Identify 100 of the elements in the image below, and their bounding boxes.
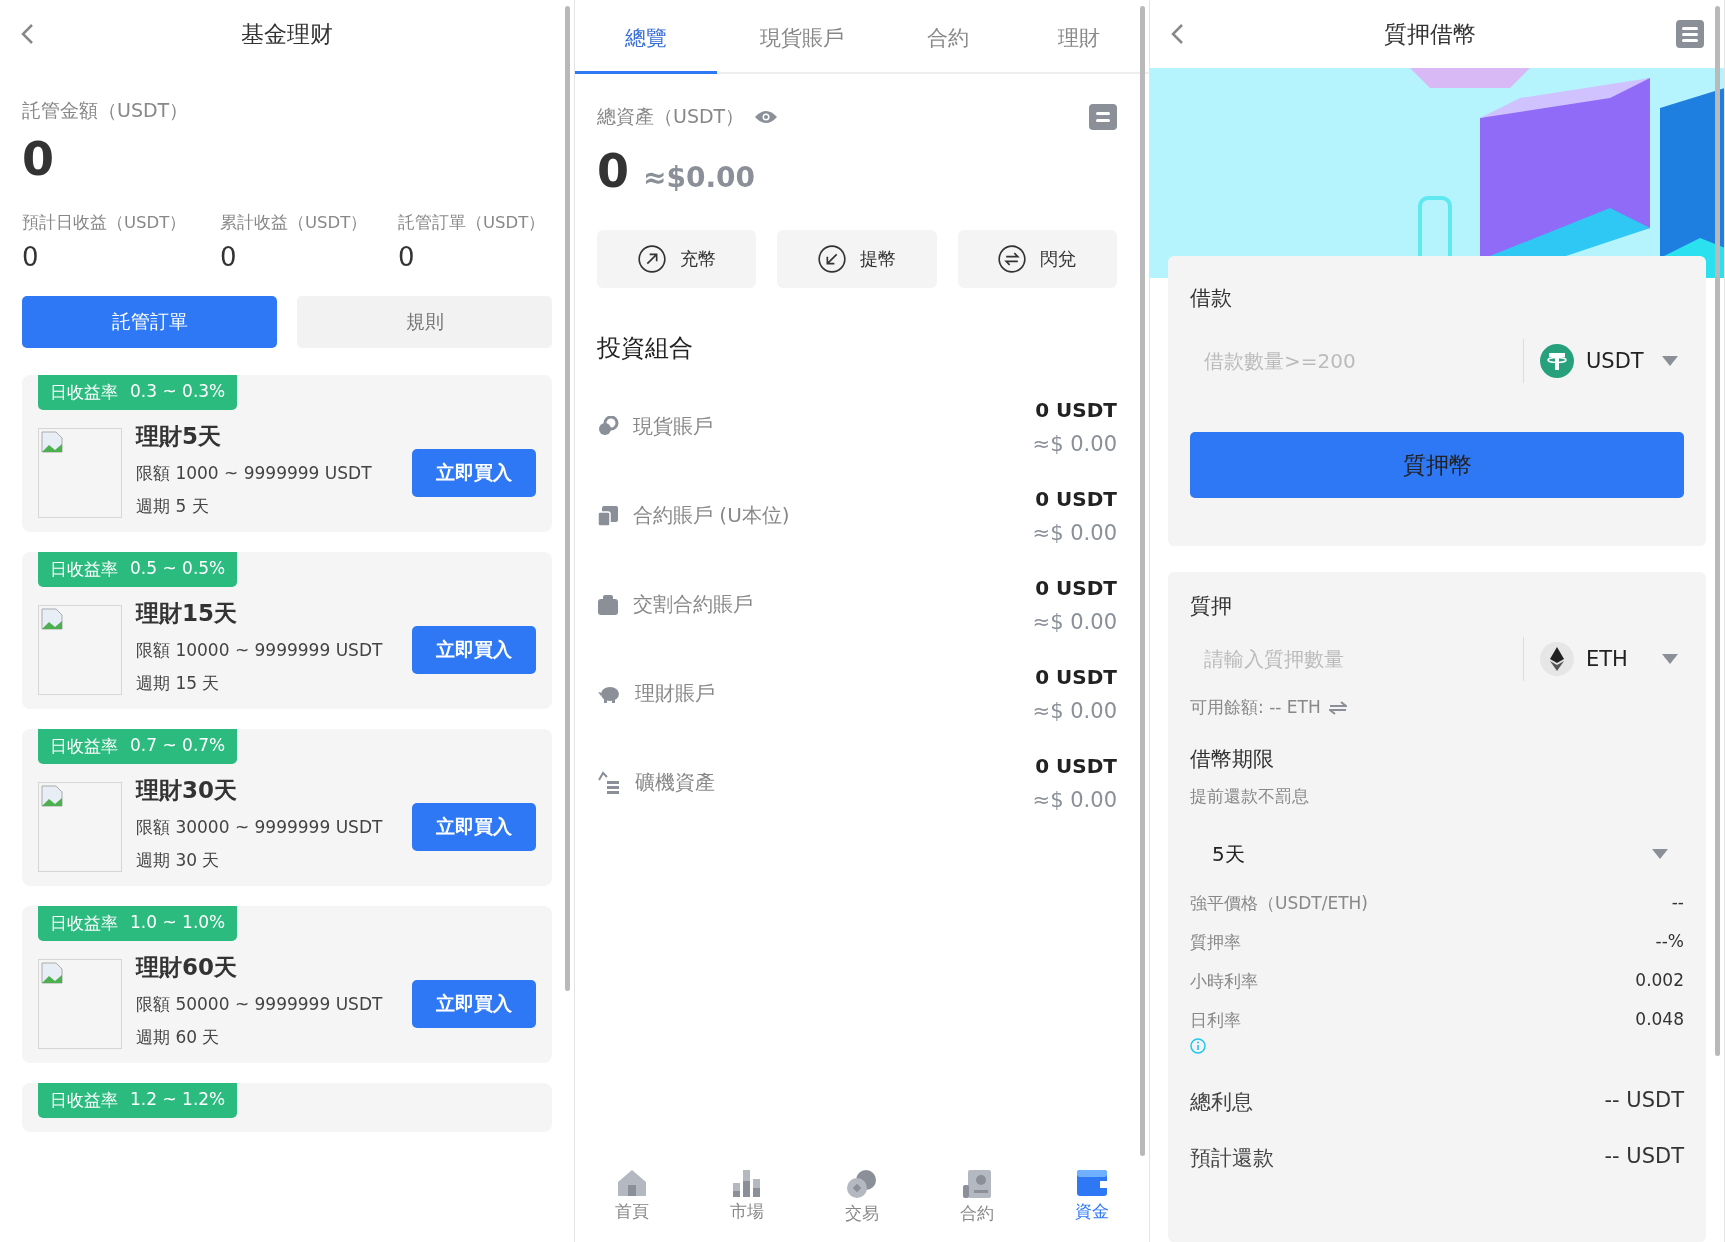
ethereum-coin-icon [1540,642,1574,676]
caret-icon [1662,356,1678,366]
account-amount: 0 USDT [1035,575,1117,600]
broken-image-icon [41,608,63,630]
yield-label: 日收益率 [50,735,118,758]
bar-chart-icon [732,1169,763,1197]
tether-coin-icon [1540,344,1574,378]
yield-label: 日收益率 [50,912,118,935]
yield-label: 日收益率 [50,381,118,404]
account-tab[interactable]: 總覽 [575,0,717,74]
buy-now-button[interactable]: 立即買入 [412,626,536,674]
total-assets-fiat: ≈$0.00 [643,161,756,194]
account-amount: 0 USDT [1035,486,1117,511]
yield-rate: 1.2 ~ 1.2% [130,1089,226,1111]
swap-icon [998,245,1027,273]
stat-value: 0 [220,242,238,272]
yield-rate: 0.7 ~ 0.7% [130,735,226,757]
coin-selector[interactable]: ETH [1524,641,1684,677]
loan-term-note: 提前還款不罰息 [1190,785,1310,808]
rules-button[interactable]: 規則 [297,296,552,348]
yield-rate: 0.3 ~ 0.3% [130,381,226,403]
product-name: 理財60天 [136,952,238,982]
yield-label: 日收益率 [50,1089,118,1112]
product-name: 理財30天 [136,775,238,805]
detail-label: 強平價格（USDT/ETH) [1190,892,1368,915]
coin-selector[interactable]: USDT [1524,343,1684,379]
nav-item[interactable]: 市場 [702,1168,793,1242]
eye-icon[interactable] [754,109,779,125]
account-tab[interactable]: 現貨賬戶 [728,0,877,74]
broken-image-icon [41,431,63,453]
wallet-action-button[interactable]: 閃兌 [957,230,1117,288]
borrow-title: 借款 [1190,285,1233,312]
yield-rate: 1.0 ~ 1.0% [130,912,226,934]
portfolio-title: 投資組合 [597,333,694,364]
scrollbar[interactable] [565,6,570,991]
total-label: 預計還款 [1190,1145,1274,1172]
account-name[interactable]: 現貨賬戶 [597,413,713,440]
yield-label: 日收益率 [50,558,118,581]
back-icon[interactable] [1170,23,1184,45]
account-name[interactable]: 交割合約賬戶 [597,591,753,618]
stat-value: 0 [398,242,416,272]
account-name[interactable]: 礦機資產 [597,769,715,796]
page-title: 質押借幣 [1384,19,1476,49]
wallet-action-button[interactable]: 充幣 [597,230,757,288]
buy-now-button[interactable]: 立即買入 [412,803,536,851]
menu-icon[interactable] [1676,20,1704,48]
page-title: 基金理财 [241,19,333,49]
account-tab[interactable]: 理財 [1019,0,1139,74]
stat-label: 預計日收益（USDT） [22,212,188,234]
custody-amount-label: 託管金額（USDT） [22,98,190,123]
buy-now-button[interactable]: 立即買入 [412,449,536,497]
product-limit: 限額 10000 ~ 9999999 USDT [136,638,384,662]
stat-value: 0 [22,242,40,272]
coins-icon [597,415,619,438]
account-name[interactable]: 合約賬戶 (U本位) [597,502,790,529]
arrow-up-right-icon [637,245,666,273]
scrollbar[interactable] [1140,6,1145,1156]
document-icon [961,1169,992,1199]
house-icon [617,1169,648,1197]
total-value: -- USDT [1604,1088,1684,1114]
buy-now-button[interactable]: 立即買入 [412,980,536,1028]
account-fiat-value: ≈$ 0.00 [1032,609,1117,634]
nav-item[interactable]: 資金 [1046,1168,1137,1242]
back-icon[interactable] [20,23,34,45]
nav-item[interactable]: 首頁 [587,1168,678,1242]
yield-rate: 0.5 ~ 0.5% [130,558,226,580]
detail-value: 0.048 [1635,1009,1684,1031]
detail-value: --% [1655,931,1684,953]
account-fiat-value: ≈$ 0.00 [1032,520,1117,545]
menu-icon[interactable] [1089,104,1117,130]
nav-item[interactable]: 交易 [817,1168,907,1242]
pickaxe-list-icon [597,770,621,795]
scrollbar[interactable] [1715,6,1720,1056]
caret-icon [1652,849,1668,859]
borrow-amount-input[interactable]: 借款數量>=200 [1190,339,1524,383]
pledge-button[interactable]: 質押幣 [1190,432,1684,498]
nav-item[interactable]: 合約 [931,1168,1022,1242]
custody-orders-button[interactable]: 託管訂單 [22,296,277,348]
detail-value: 0.002 [1635,970,1684,992]
broken-image-icon [41,962,63,984]
swap-arrows-icon[interactable] [1328,700,1347,715]
document-icon [597,504,619,527]
wallet-action-button[interactable]: 提幣 [777,230,937,288]
product-limit: 限額 50000 ~ 9999999 USDT [136,992,384,1016]
account-fiat-value: ≈$ 0.00 [1032,431,1117,456]
product-period: 週期 15 天 [136,671,221,695]
account-tab[interactable]: 合約 [887,0,1008,74]
available-balance: 可用餘額: -- ETH [1190,696,1321,719]
info-icon[interactable] [1190,1038,1206,1054]
stat-label: 累計收益（USDT） [220,212,369,234]
detail-label: 質押率 [1190,931,1241,954]
account-name[interactable]: 理財賬戶 [597,680,715,707]
term-select[interactable]: 5天 [1190,830,1684,878]
product-name: 理財15天 [136,598,238,628]
arrow-down-left-icon [818,245,846,273]
broken-image-icon [41,785,63,807]
product-limit: 限額 30000 ~ 9999999 USDT [136,815,384,839]
total-assets-amount: 0 [597,144,629,198]
collateral-amount-input[interactable]: 請輸入質押數量 [1190,637,1524,681]
detail-label: 日利率 [1190,1009,1241,1032]
